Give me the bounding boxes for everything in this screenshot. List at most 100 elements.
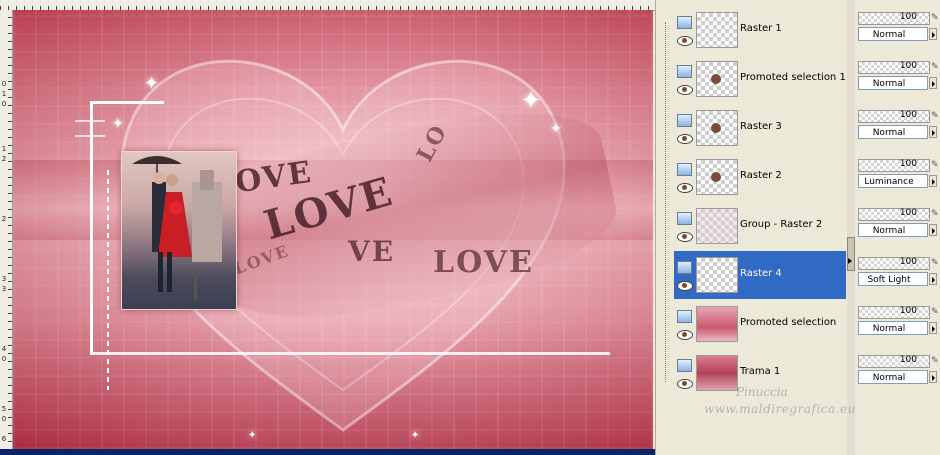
opacity-slider[interactable]: 100 [858, 306, 930, 319]
opacity-value: 100 [899, 306, 917, 316]
layer-properties-column: 100 ✎ Normal 100 ✎ Normal 100 ✎ Normal 100 ✎ Lumina… [855, 0, 940, 455]
blend-dropdown-arrow-icon[interactable] [929, 77, 937, 89]
opacity-value: 100 [899, 355, 917, 365]
edit-pencil-icon[interactable]: ✎ [931, 209, 939, 219]
watermark-author: Pinuccia [736, 385, 788, 399]
opacity-slider[interactable]: 100 [858, 61, 930, 74]
ruler-tick: 1 [1, 90, 7, 98]
layer-name: Promoted selection [740, 317, 837, 328]
opacity-slider[interactable]: 100 [858, 159, 930, 172]
opacity-value: 100 [899, 61, 917, 71]
couple-illustration [132, 156, 222, 300]
blend-mode-select[interactable]: Normal [858, 27, 928, 41]
edit-pencil-icon[interactable]: ✎ [931, 13, 939, 23]
edit-pencil-icon[interactable]: ✎ [931, 258, 939, 268]
couple-photo [121, 151, 237, 310]
layer-type-icon[interactable] [677, 114, 692, 127]
sparkle-icon: ✦ [248, 430, 257, 441]
edit-pencil-icon[interactable]: ✎ [931, 62, 939, 72]
thumbnail-content [711, 172, 721, 182]
layer-name: Raster 2 [740, 170, 782, 181]
opacity-value: 100 [899, 208, 917, 218]
visibility-eye-icon[interactable] [677, 330, 693, 340]
blend-mode-select[interactable]: Normal [858, 223, 928, 237]
layer-property-row: 100 ✎ Normal [855, 202, 940, 250]
ruler-tick: 6 [1, 435, 7, 443]
expand-arrow-icon[interactable] [848, 258, 852, 264]
opacity-slider[interactable]: 100 [858, 110, 930, 123]
layer-tree-line [665, 22, 667, 382]
ruler-tick: 0 [1, 80, 7, 88]
layer-row[interactable]: Promoted selection 1 [674, 55, 846, 103]
layer-thumbnail [696, 306, 738, 342]
visibility-eye-icon[interactable] [677, 281, 693, 291]
blend-dropdown-arrow-icon[interactable] [929, 322, 937, 334]
opacity-slider[interactable]: 100 [858, 257, 930, 270]
edit-pencil-icon[interactable]: ✎ [931, 160, 939, 170]
layer-property-row: 100 ✎ Normal [855, 104, 940, 152]
blend-mode-select[interactable]: Luminance [858, 174, 928, 188]
ruler-tick: 1 [1, 145, 7, 153]
layer-property-row: 100 ✎ Luminance [855, 153, 940, 201]
layer-row[interactable]: Raster 2 [674, 153, 846, 201]
layer-property-row: 100 ✎ Normal [855, 55, 940, 103]
sparkle-icon: ✦ [411, 430, 420, 441]
opacity-value: 100 [899, 110, 917, 120]
blend-mode-select[interactable]: Soft Light [858, 272, 928, 286]
blend-dropdown-arrow-icon[interactable] [929, 175, 937, 187]
layer-row[interactable]: Group - Raster 2 [674, 202, 846, 250]
layer-type-icon[interactable] [677, 359, 692, 372]
blend-mode-select[interactable]: Normal [858, 321, 928, 335]
blend-dropdown-arrow-icon[interactable] [929, 224, 937, 236]
layers-scrollbar[interactable] [847, 0, 855, 455]
layer-row[interactable]: Promoted selection [674, 300, 846, 348]
frame-line [90, 101, 93, 355]
layer-name: Trama 1 [740, 366, 781, 377]
visibility-eye-icon[interactable] [677, 232, 693, 242]
opacity-slider[interactable]: 100 [858, 208, 930, 221]
frame-line [75, 135, 105, 137]
layer-type-icon[interactable] [677, 65, 692, 78]
blend-dropdown-arrow-icon[interactable] [929, 371, 937, 383]
layer-thumbnail [696, 61, 738, 97]
ruler-tick: 2 [1, 155, 7, 163]
layer-row[interactable]: Raster 4 [674, 251, 846, 299]
ruler-tick: 3 [1, 275, 7, 283]
visibility-eye-icon[interactable] [677, 36, 693, 46]
opacity-slider[interactable]: 100 [858, 12, 930, 25]
layer-type-icon[interactable] [677, 310, 692, 323]
blend-dropdown-arrow-icon[interactable] [929, 273, 937, 285]
blend-dropdown-arrow-icon[interactable] [929, 28, 937, 40]
layer-name: Raster 3 [740, 121, 782, 132]
edit-pencil-icon[interactable]: ✎ [931, 356, 939, 366]
blend-mode-select[interactable]: Normal [858, 125, 928, 139]
vertical-ruler: 0 1 0 1 2 2 3 3 4 0 5 0 6 [0, 10, 13, 450]
layer-type-icon[interactable] [677, 261, 692, 274]
sparkle-icon: ✦ [144, 73, 160, 94]
edit-pencil-icon[interactable]: ✎ [931, 111, 939, 121]
visibility-eye-icon[interactable] [677, 85, 693, 95]
ruler-tick: 4 [1, 345, 7, 353]
scrollbar-thumb[interactable] [847, 237, 855, 271]
blend-mode-select[interactable]: Normal [858, 76, 928, 90]
visibility-eye-icon[interactable] [677, 379, 693, 389]
ruler-tick: 0 [1, 100, 7, 108]
status-strip [0, 449, 655, 455]
edit-pencil-icon[interactable]: ✎ [931, 307, 939, 317]
layer-row[interactable]: Raster 3 [674, 104, 846, 152]
layer-row[interactable]: Raster 1 [674, 6, 846, 54]
image-canvas[interactable]: OVE LOVE LO LOVE VE LOVE ✦ ✦ ✦ ✦ ✦ ✦ [13, 10, 653, 449]
layer-name: Raster 1 [740, 23, 782, 34]
layer-type-icon[interactable] [677, 212, 692, 225]
blend-mode-select[interactable]: Normal [858, 370, 928, 384]
ruler-tick: 2 [1, 215, 7, 223]
visibility-eye-icon[interactable] [677, 183, 693, 193]
blend-dropdown-arrow-icon[interactable] [929, 126, 937, 138]
thumbnail-content [711, 123, 721, 133]
visibility-eye-icon[interactable] [677, 134, 693, 144]
opacity-slider[interactable]: 100 [858, 355, 930, 368]
layer-name: Raster 4 [740, 268, 782, 279]
layer-type-icon[interactable] [677, 16, 692, 29]
layer-type-icon[interactable] [677, 163, 692, 176]
ruler-tick: 0 [1, 415, 7, 423]
